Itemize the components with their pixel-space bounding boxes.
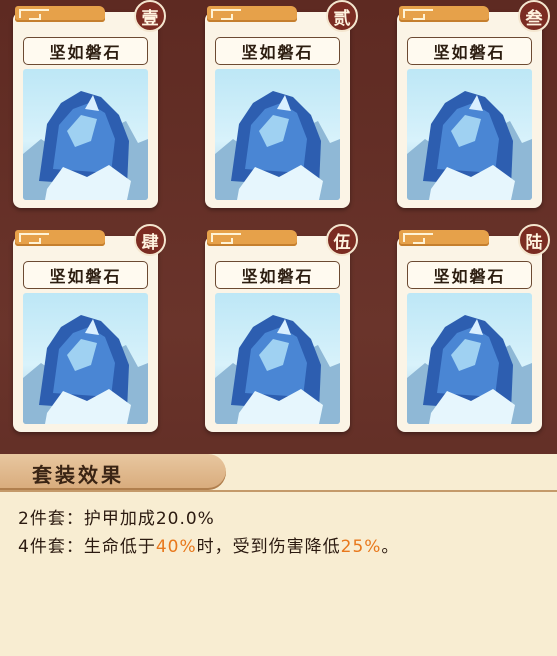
card-tab-ornament — [15, 230, 105, 246]
divider — [0, 490, 557, 492]
set-effect-4-text-a: 生命低于 — [83, 537, 156, 557]
slot-badge: 叁 — [518, 0, 550, 32]
set-effect-4-hp-threshold: 40% — [155, 537, 197, 557]
card-name: 坚如磐石 — [407, 261, 532, 289]
ice-rock-art — [215, 293, 340, 424]
equipment-card-6[interactable]: 陆 坚如磐石 — [397, 224, 550, 432]
set-effect-header: 套装效果 — [0, 454, 226, 490]
equipment-card-2[interactable]: 贰 坚如磐石 — [205, 0, 358, 208]
equipment-card-5[interactable]: 伍 坚如磐石 — [205, 224, 358, 432]
card-name: 坚如磐石 — [23, 261, 148, 289]
set-effect-title: 套装效果 — [32, 463, 124, 487]
set-effect-4-piece: 4件套：生命低于40%时，受到伤害降低25%。 — [18, 532, 399, 557]
slot-badge: 壹 — [134, 0, 166, 32]
equipment-set-screen: 壹 坚如磐石 贰 坚如磐石 叁 坚如磐石 肆 坚如磐石 伍 坚如磐石 陆 坚如磐… — [0, 0, 557, 656]
slot-badge: 肆 — [134, 224, 166, 256]
ice-rock-art — [23, 293, 148, 424]
ice-rock-art — [23, 69, 148, 200]
equipment-card-4[interactable]: 肆 坚如磐石 — [13, 224, 166, 432]
equipment-card-1[interactable]: 壹 坚如磐石 — [13, 0, 166, 208]
card-tab-ornament — [399, 230, 489, 246]
card-tab-ornament — [15, 6, 105, 22]
set-effect-4-prefix: 4件套： — [18, 537, 84, 557]
slot-badge: 伍 — [326, 224, 358, 256]
set-effect-4-text-c: 。 — [381, 537, 400, 557]
equipment-card-3[interactable]: 叁 坚如磐石 — [397, 0, 550, 208]
set-effect-4-text-b: 时，受到伤害降低 — [196, 537, 341, 557]
card-name: 坚如磐石 — [215, 261, 340, 289]
ice-rock-art — [407, 293, 532, 424]
ice-rock-art — [407, 69, 532, 200]
card-name: 坚如磐石 — [407, 37, 532, 65]
card-name: 坚如磐石 — [215, 37, 340, 65]
set-effect-2-prefix: 2件套： — [18, 509, 84, 529]
ice-rock-art — [215, 69, 340, 200]
slot-badge: 贰 — [326, 0, 358, 32]
set-effect-2-text: 护甲加成20.0% — [83, 509, 215, 529]
slot-badge: 陆 — [518, 224, 550, 256]
card-tab-ornament — [399, 6, 489, 22]
card-tab-ornament — [207, 6, 297, 22]
set-effect-panel: 套装效果 2件套：护甲加成20.0% 4件套：生命低于40%时，受到伤害降低25… — [0, 454, 557, 656]
card-name: 坚如磐石 — [23, 37, 148, 65]
set-effect-4-damage-reduction: 25% — [340, 537, 382, 557]
set-effect-2-piece: 2件套：护甲加成20.0% — [18, 504, 215, 529]
card-tab-ornament — [207, 230, 297, 246]
